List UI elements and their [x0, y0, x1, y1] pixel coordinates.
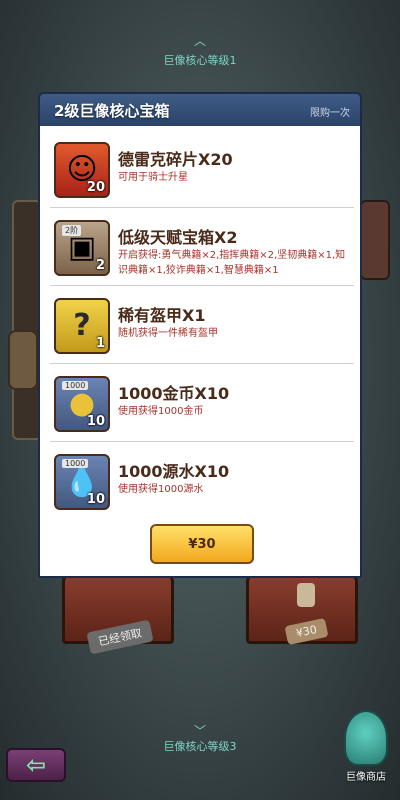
- list-item: 💧 1000 10 1000源水X10 使用获得1000源水: [50, 444, 354, 520]
- buy-button[interactable]: ¥30: [150, 524, 254, 564]
- purchase-limit: 限购一次: [310, 108, 350, 119]
- item-count: 2: [95, 258, 105, 273]
- list-item: ● 1000 10 1000金币X10 使用获得1000金币: [50, 366, 354, 442]
- divider: [50, 285, 354, 286]
- treasure-chest-icon[interactable]: ▣ 2阶 2: [54, 220, 110, 276]
- item-count: 10: [86, 492, 105, 507]
- mystery-armor-icon[interactable]: ? 1: [54, 298, 110, 354]
- item-name: 德雷克碎片X20: [118, 150, 233, 169]
- modal-title: 2级巨像核心宝箱: [54, 102, 170, 120]
- item-desc: 使用获得1000源水: [118, 484, 204, 495]
- item-count: 10: [86, 414, 105, 429]
- price-label: ¥30: [188, 536, 216, 552]
- list-item: ? 1 稀有盔甲X1 随机获得一件稀有盔甲: [50, 288, 354, 364]
- item-desc: 可用于骑士升星: [118, 172, 188, 183]
- amount-badge: 1000: [62, 381, 89, 390]
- amount-badge: 1000: [62, 459, 89, 468]
- item-name: 1000源水X10: [118, 462, 230, 481]
- divider: [50, 207, 354, 208]
- item-desc: 使用获得1000金币: [118, 406, 204, 417]
- item-count: 20: [86, 180, 105, 195]
- divider: [50, 441, 354, 442]
- tier-badge: 2阶: [62, 225, 82, 236]
- item-name: 1000金币X10: [118, 384, 230, 403]
- water-drop-icon[interactable]: 💧 1000 10: [54, 454, 110, 510]
- item-name: 低级天赋宝箱X2: [118, 228, 238, 247]
- modal-body: ☺ 20 德雷克碎片X20 可用于骑士升星 ▣ 2阶 2 低级天赋宝箱X2 开启…: [38, 126, 362, 578]
- modal-header: 2级巨像核心宝箱 限购一次: [38, 92, 362, 126]
- item-name: 稀有盔甲X1: [118, 306, 206, 325]
- gold-coin-icon[interactable]: ● 1000 10: [54, 376, 110, 432]
- list-item: ☺ 20 德雷克碎片X20 可用于骑士升星: [50, 132, 354, 208]
- item-count: 1: [95, 336, 105, 351]
- list-item: ▣ 2阶 2 低级天赋宝箱X2 开启获得:勇气典籍×2,指挥典籍×2,坚韧典籍×…: [50, 210, 354, 286]
- item-desc: 随机获得一件稀有盔甲: [118, 328, 218, 339]
- divider: [50, 363, 354, 364]
- item-desc: 开启获得:勇气典籍×2,指挥典籍×2,坚韧典籍×1,知识典籍×1,狡诈典籍×1,…: [118, 250, 346, 276]
- hero-portrait-icon[interactable]: ☺ 20: [54, 142, 110, 198]
